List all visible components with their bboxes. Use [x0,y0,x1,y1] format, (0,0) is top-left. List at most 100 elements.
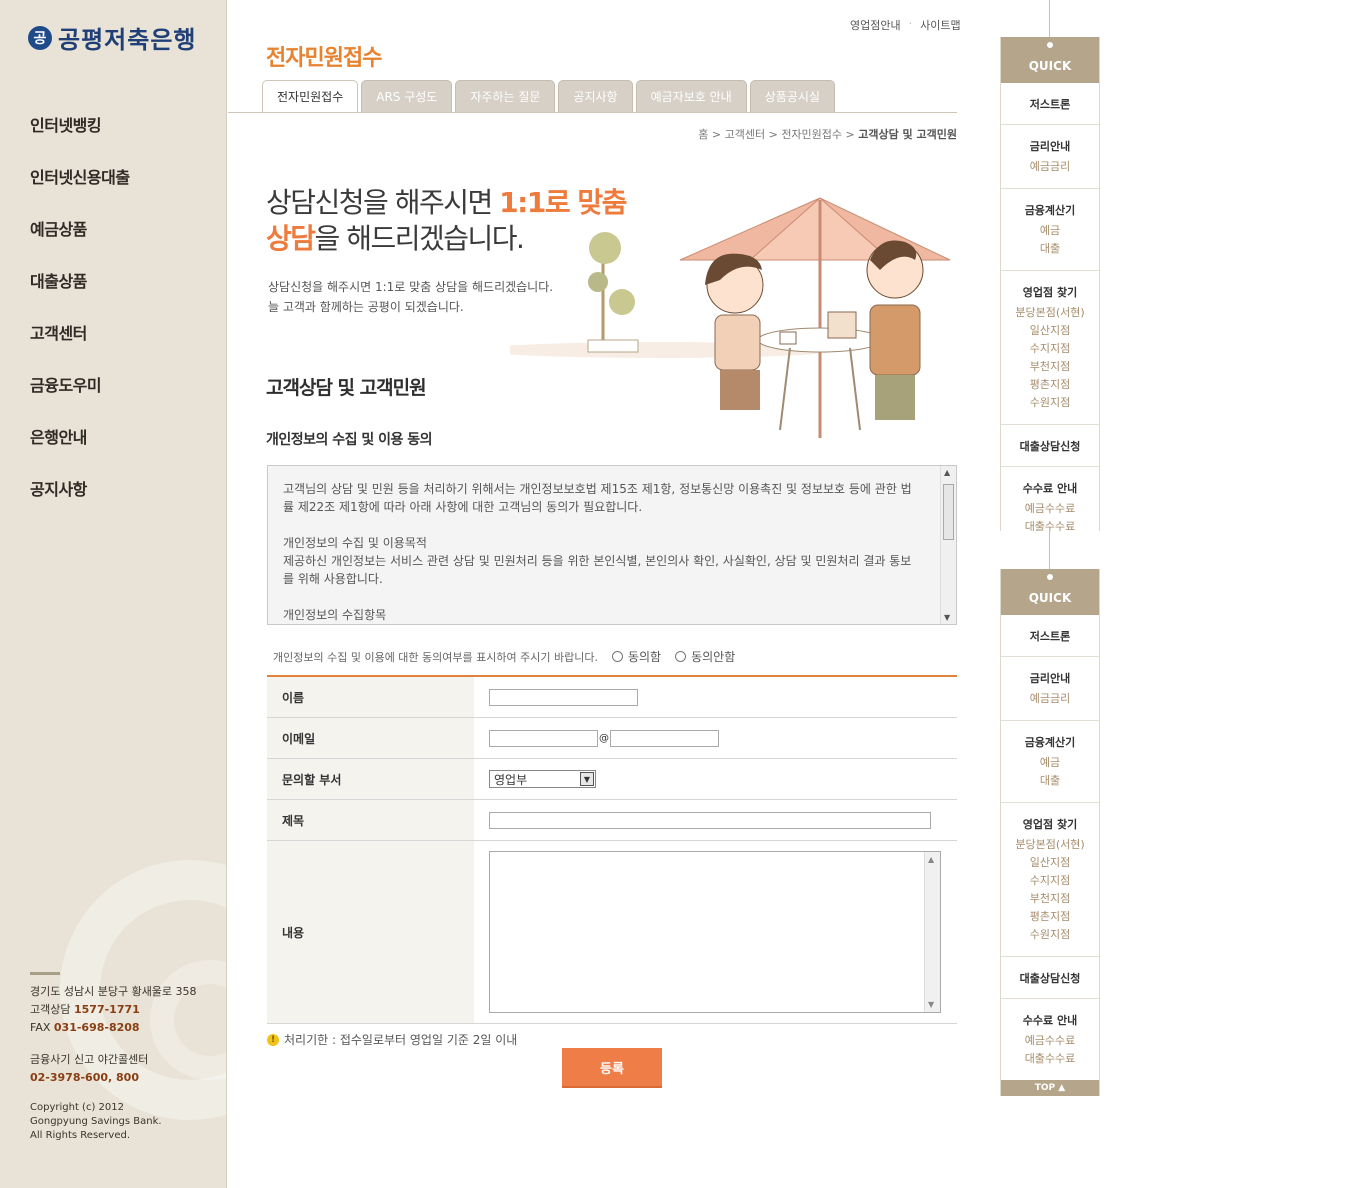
form-row-content: 내용 ▲ ▼ [267,841,957,1024]
quick-item-calculator[interactable]: 금융계산기 [1001,734,1099,750]
logo-text: 공평저축은행 [58,25,197,54]
quick-item-branches[interactable]: 영업점 찾기 [1001,816,1099,832]
nav-item-bank-info[interactable]: 은행안내 [30,424,130,476]
left-sidebar: 공 공평저축은행 인터넷뱅킹 인터넷신용대출 예금상품 대출상품 고객센터 금융… [0,0,227,1188]
fraud-phone: 02-3978-600, 800 [30,1071,139,1084]
textarea-scrollbar[interactable]: ▲ ▼ [924,852,940,1012]
quick-item-rates[interactable]: 금리안내 [1001,670,1099,686]
quick-item-fees[interactable]: 수수료 안내 [1001,480,1099,496]
quick-item-just-loan[interactable]: 저스트론 [1001,96,1099,112]
quick-item-loan-consult[interactable]: 대출상담신청 [1001,438,1099,454]
nav-item-notices[interactable]: 공지사항 [30,476,130,528]
scroll-down-icon[interactable]: ▼ [928,1000,934,1009]
nav-item-internet-banking[interactable]: 인터넷뱅킹 [30,112,130,164]
quick-header: QUICK [1001,569,1099,615]
chevron-down-icon[interactable]: ▼ [580,772,594,786]
sitemap-link[interactable]: 사이트맵 [920,17,960,33]
quick-sub-branch[interactable]: 수원지점 [1001,394,1099,412]
tab-faq[interactable]: 자주하는 질문 [455,80,556,112]
consent-question: 개인정보의 수집 및 이용에 대한 동의여부를 표시하여 주시기 바랍니다. [273,650,598,664]
quick-item-rates[interactable]: 금리안내 [1001,138,1099,154]
quick-sub-branch[interactable]: 평촌지점 [1001,908,1099,926]
quick-sub-branch[interactable]: 수지지점 [1001,872,1099,890]
quick-sub-deposit[interactable]: 예금 [1001,754,1099,772]
quick-sub-branch[interactable]: 분당본점(서현) [1001,304,1099,322]
quick-sub-deposit[interactable]: 예금 [1001,222,1099,240]
footer-info: 경기도 성남시 분당구 황새울로 358 고객상담 1577-1771 FAX … [30,972,197,1143]
quick-sub-branch[interactable]: 일산지점 [1001,854,1099,872]
quick-sub-loan[interactable]: 대출 [1001,240,1099,258]
quick-sub-loan[interactable]: 대출 [1001,772,1099,790]
quick-sub-branch[interactable]: 평촌지점 [1001,376,1099,394]
quick-sub-branch[interactable]: 분당본점(서현) [1001,836,1099,854]
quick-sub-deposit-rate[interactable]: 예금금리 [1001,690,1099,708]
nav-item-loan-products[interactable]: 대출상품 [30,268,130,320]
terms-scrollbar[interactable]: ▲ ▼ [940,466,956,624]
subject-label: 제목 [267,800,474,840]
quick-sub-branch[interactable]: 부천지점 [1001,890,1099,908]
breadcrumb-trail[interactable]: 홈 > 고객센터 > 전자민원접수 > [698,128,858,141]
department-select[interactable]: 영업부 ▼ [489,770,596,788]
fraud-label: 금융사기 신고 야간콜센터 [30,1053,149,1066]
disagree-radio[interactable]: 동의안함 [675,648,735,665]
quick-sub-loan-fee[interactable]: 대출수수료 [1001,518,1099,531]
radio-circle-icon[interactable] [675,651,687,662]
email-domain-input[interactable] [610,729,719,747]
quick-sub-loan-fee[interactable]: 대출수수료 [1001,1050,1099,1068]
quick-sub-deposit-rate[interactable]: 예금금리 [1001,158,1099,176]
quick-sub-deposit-fee[interactable]: 예금수수료 [1001,500,1099,518]
scroll-top-button[interactable]: TOP ▲ [1001,1080,1099,1096]
quick-menu: QUICK 저스트론 금리안내예금금리 금융계산기예금 대출 영업점 찾기분당본점… [1000,569,1100,1096]
consult-phone: 1577-1771 [73,1003,140,1016]
tab-notices[interactable]: 공지사항 [558,80,633,112]
quick-sub-deposit-fee[interactable]: 예금수수료 [1001,1032,1099,1050]
scroll-up-icon[interactable]: ▲ [928,855,934,864]
nav-item-deposit-products[interactable]: 예금상품 [30,216,130,268]
nav-item-customer-center[interactable]: 고객센터 [30,320,130,372]
radio-circle-icon[interactable] [611,651,623,662]
nav-item-finance-helper[interactable]: 금융도우미 [30,372,130,424]
quick-sub-branch[interactable]: 일산지점 [1001,322,1099,340]
bank-logo[interactable]: 공 공평저축은행 [28,20,196,55]
quick-menu: QUICK 저스트론 금리안내예금금리 금융계산기예금 대출 영업점 찾기분당본점… [1000,37,1100,531]
submit-button[interactable]: 등록 [562,1048,662,1088]
content-textarea[interactable]: ▲ ▼ [489,851,941,1013]
main-navigation: 인터넷뱅킹 인터넷신용대출 예금상품 대출상품 고객센터 금융도우미 은행안내 … [30,112,130,528]
address: 경기도 성남시 분당구 황새울로 358 [30,985,197,998]
email-id-input[interactable] [489,729,598,747]
name-input[interactable] [489,688,638,706]
quick-sub-branch[interactable]: 부천지점 [1001,358,1099,376]
agree-radio[interactable]: 동의함 [611,648,661,665]
quick-item-just-loan[interactable]: 저스트론 [1001,628,1099,644]
quick-item-fees[interactable]: 수수료 안내 [1001,1012,1099,1028]
quick-item-calculator[interactable]: 금융계산기 [1001,202,1099,218]
breadcrumb-current: 고객상담 및 고객민원 [858,128,957,141]
scroll-up-icon[interactable]: ▲ [944,468,950,477]
privacy-terms-box[interactable]: 고객님의 상담 및 민원 등을 처리하기 위해서는 개인정보보호법 제15조 제… [267,465,957,625]
quick-item-branches[interactable]: 영업점 찾기 [1001,284,1099,300]
quick-sub-branch[interactable]: 수지지점 [1001,340,1099,358]
quick-sub-branch[interactable]: 수원지점 [1001,926,1099,944]
scroll-down-icon[interactable]: ▼ [944,613,950,622]
form-row-department: 문의할 부서 영업부 ▼ [267,759,957,800]
subject-input[interactable] [489,811,931,829]
scroll-thumb[interactable] [943,484,954,540]
quick-hanger [1049,0,1050,38]
tab-depositor-protection[interactable]: 예금자보호 안내 [635,80,747,112]
terms-text: 고객님의 상담 및 민원 등을 처리하기 위해서는 개인정보보호법 제15조 제… [283,482,912,622]
tab-ars[interactable]: ARS 구성도 [361,80,453,112]
fax-line: FAX 031-698-8208 [30,1021,140,1034]
branch-info-link[interactable]: 영업점안내 [850,17,901,33]
consult-line: 고객상담 1577-1771 [30,1003,140,1016]
cafe-illustration [510,197,951,438]
tab-product-disclosure[interactable]: 상품공시실 [749,80,835,112]
quick-item-loan-consult[interactable]: 대출상담신청 [1001,970,1099,986]
form-row-email: 이메일 @ [267,718,957,759]
tab-e-complaint[interactable]: 전자민원접수 [262,80,359,112]
quick-header: QUICK [1001,37,1099,83]
processing-notice: ! 처리기한 : 접수일로부터 영업일 기준 2일 이내 [267,1031,517,1048]
name-label: 이름 [267,677,474,717]
tab-bar: 전자민원접수 ARS 구성도 자주하는 질문 공지사항 예금자보호 안내 상품공… [262,80,835,112]
separator: · [908,17,913,30]
nav-item-internet-credit-loan[interactable]: 인터넷신용대출 [30,164,130,216]
